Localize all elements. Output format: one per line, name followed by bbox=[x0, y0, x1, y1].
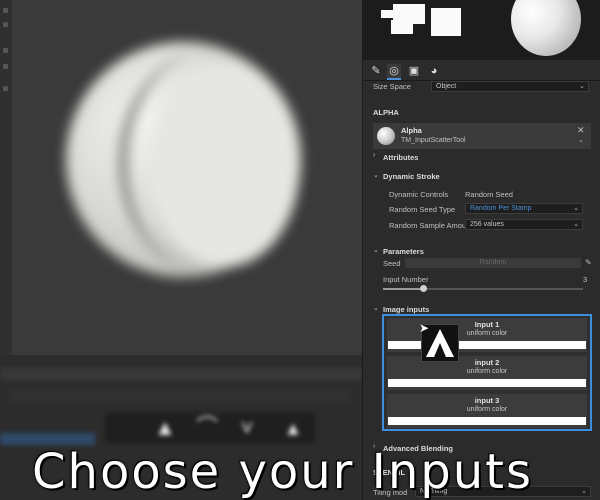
seed-random-button[interactable]: Random bbox=[405, 258, 581, 268]
input-number-value: 3 bbox=[583, 275, 588, 284]
chevron-icon[interactable]: ˅ bbox=[232, 415, 262, 441]
tool-icon[interactable] bbox=[3, 64, 8, 69]
alpha-name: Alpha bbox=[401, 126, 422, 135]
input-number-slider-handle[interactable] bbox=[420, 285, 427, 292]
alpha-resource-slot[interactable]: Alpha TM_InputScatterTool ✕ ⌄ bbox=[373, 123, 591, 149]
tool-icon[interactable] bbox=[3, 8, 8, 13]
alpha-section-title: ALPHA bbox=[373, 108, 399, 117]
shelf-header bbox=[0, 367, 362, 381]
color-swatch[interactable] bbox=[388, 379, 586, 387]
properties-panel: ✎ ◎ ▣ ◕ Size Space Object ⌄ ALPHA Alpha … bbox=[362, 0, 600, 500]
alpha-resource-name: TM_InputScatterTool bbox=[401, 137, 466, 144]
tool-icon[interactable] bbox=[3, 48, 8, 53]
stamp-icon[interactable]: ▣ bbox=[407, 64, 421, 78]
random-seed-type-label: Random Seed Type bbox=[389, 205, 456, 214]
image-input-type: uniform color bbox=[466, 330, 508, 337]
random-seed-type-dropdown[interactable]: Random Per Stamp ⌄ bbox=[465, 203, 583, 214]
seed-label: Seed bbox=[383, 259, 401, 268]
properties-tabs: ✎ ◎ ▣ ◕ bbox=[363, 62, 600, 81]
chevron-down-icon[interactable]: ⌄ bbox=[578, 136, 584, 144]
random-seed-type-value: Random Per Stamp bbox=[470, 205, 532, 212]
material-preview-sphere bbox=[511, 0, 581, 56]
image-input-type: uniform color bbox=[466, 368, 508, 375]
chevron-down-icon: ⌄ bbox=[579, 83, 585, 90]
arrow-icon[interactable]: ▲ bbox=[150, 415, 180, 441]
image-input-title: input 3 bbox=[474, 396, 500, 405]
chevron-down-icon[interactable]: ⌄ bbox=[373, 246, 379, 254]
image-input-slot[interactable]: Input 1 uniform color bbox=[387, 318, 587, 352]
brush-icon[interactable]: ✎ bbox=[369, 64, 383, 78]
viewport-render bbox=[0, 0, 362, 355]
random-sample-amount-label: Random Sample Amount bbox=[389, 221, 473, 230]
sphere-rim-shadow bbox=[118, 50, 308, 275]
image-input-type: uniform color bbox=[466, 406, 508, 413]
color-swatch[interactable] bbox=[388, 417, 586, 425]
chevron-down-icon[interactable]: ⌄ bbox=[373, 171, 379, 179]
dynamic-stroke-section-header[interactable]: Dynamic Stroke bbox=[383, 172, 440, 181]
chevron-down-icon: ⌄ bbox=[573, 221, 579, 228]
stamp-preview bbox=[431, 8, 461, 36]
3d-viewport[interactable] bbox=[0, 0, 362, 355]
image-inputs-list: Input 1 uniform color input 2 uniform co… bbox=[382, 314, 592, 431]
color-swatch[interactable] bbox=[388, 341, 586, 349]
brush-preview bbox=[363, 0, 600, 60]
arch-icon[interactable]: ⌒ bbox=[192, 415, 222, 441]
size-space-label: Size Space bbox=[373, 82, 411, 91]
tool-icon[interactable] bbox=[3, 22, 8, 27]
chevron-right-icon[interactable]: › bbox=[373, 152, 375, 159]
dynamic-controls-value: Random Seed bbox=[465, 190, 513, 199]
viewport-toolbar bbox=[0, 0, 12, 355]
material-icon[interactable]: ◕ bbox=[427, 64, 441, 78]
input-number-slider-fill bbox=[383, 288, 423, 290]
input-number-label: Input Number bbox=[383, 275, 429, 284]
alpha-thumbnail bbox=[377, 127, 395, 145]
image-input-slot[interactable]: input 3 uniform color bbox=[387, 394, 587, 428]
attributes-section-header[interactable]: Attributes bbox=[383, 153, 418, 162]
chevron-down-icon: ⌄ bbox=[573, 205, 579, 212]
random-sample-amount-value: 256 values bbox=[470, 221, 504, 228]
texture-icon[interactable]: ◎ bbox=[387, 64, 401, 80]
spike-icon[interactable]: ▴ bbox=[278, 415, 308, 441]
tool-icon[interactable] bbox=[3, 86, 8, 91]
random-sample-amount-dropdown[interactable]: 256 values ⌄ bbox=[465, 219, 583, 230]
image-input-title: Input 1 bbox=[474, 320, 500, 329]
parameters-section-header[interactable]: Parameters bbox=[383, 247, 424, 256]
image-inputs-section-header[interactable]: Image inputs bbox=[383, 305, 429, 314]
image-input-title: input 2 bbox=[474, 358, 500, 367]
size-space-value: Object bbox=[436, 83, 457, 90]
close-icon[interactable]: ✕ bbox=[577, 125, 585, 136]
stamp-preview bbox=[391, 20, 413, 34]
chevron-down-icon[interactable]: ⌄ bbox=[373, 304, 379, 312]
size-space-dropdown[interactable]: Object ⌄ bbox=[431, 81, 589, 92]
shelf-tabs[interactable] bbox=[10, 391, 350, 401]
stamp-preview bbox=[381, 10, 393, 18]
dynamic-controls-label: Dynamic Controls bbox=[389, 190, 449, 199]
edit-icon[interactable]: ✎ bbox=[585, 258, 592, 267]
image-input-slot[interactable]: input 2 uniform color bbox=[387, 356, 587, 390]
video-caption: Choose your Inputs bbox=[32, 444, 533, 500]
mouse-cursor-icon: ➤ bbox=[419, 321, 430, 335]
